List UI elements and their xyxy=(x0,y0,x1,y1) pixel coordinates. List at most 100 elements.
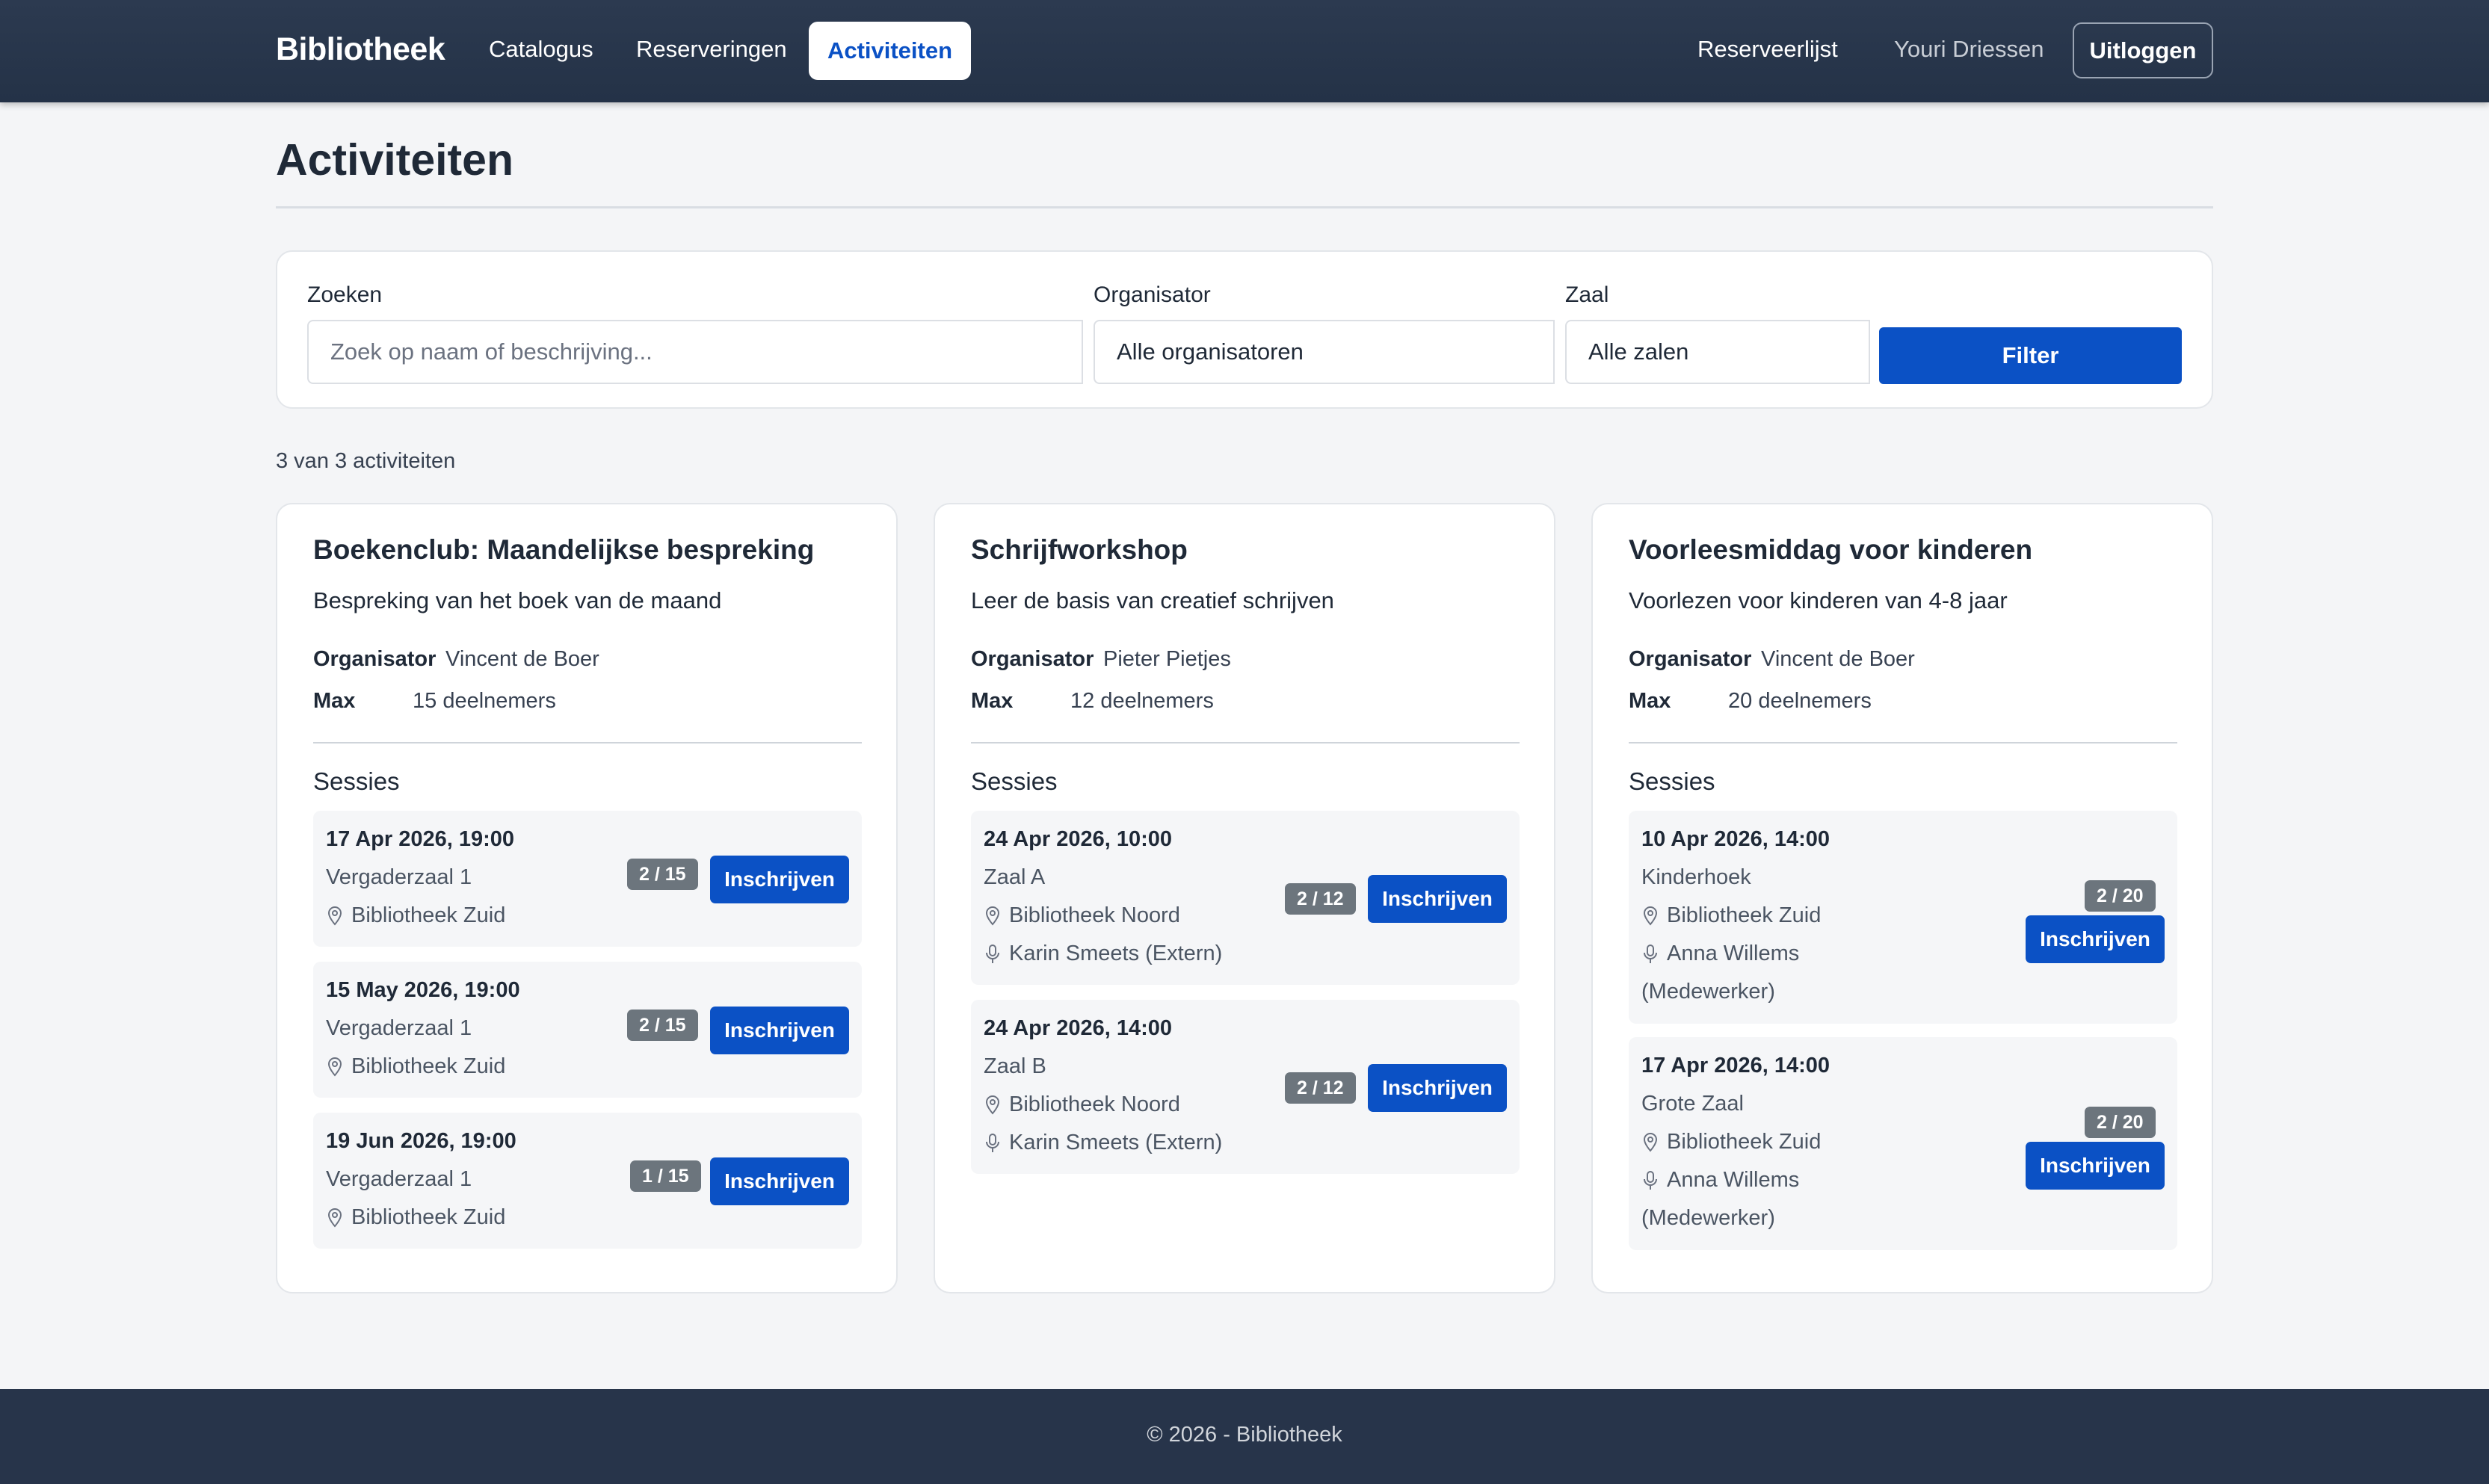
activity-description: Leer de basis van creatief schrijven xyxy=(971,587,1334,613)
session-location: Bibliotheek Noord xyxy=(984,1092,1180,1117)
session-item: 24 Apr 2026, 10:00 Zaal A Bibliotheek No… xyxy=(971,811,1520,985)
session-room: Grote Zaal xyxy=(1641,1092,1744,1116)
activity-card: Boekenclub: Maandelijkse bespreking Besp… xyxy=(276,503,898,1293)
organizer-value: Pieter Pietjes xyxy=(1103,647,1231,671)
session-item: 17 Apr 2026, 14:00 Grote Zaal Bibliothee… xyxy=(1629,1037,2177,1250)
search-label: Zoeken xyxy=(307,282,383,307)
title-divider xyxy=(276,206,2213,208)
activity-card: Schrijfworkshop Leer de basis van creati… xyxy=(934,503,1555,1293)
capacity-badge: 2 / 12 xyxy=(1285,1072,1356,1104)
session-speaker-text: Anna Willems xyxy=(1667,942,1800,965)
capacity-badge: 1 / 15 xyxy=(630,1160,701,1192)
session-item: 19 Jun 2026, 19:00 Vergaderzaal 1 Biblio… xyxy=(313,1113,862,1249)
sessions-heading: Sessies xyxy=(313,767,400,795)
signup-button[interactable]: Inschrijven xyxy=(1368,875,1507,923)
session-room: Vergaderzaal 1 xyxy=(326,1016,472,1040)
organizer-value: Vincent de Boer xyxy=(445,647,599,671)
map-pin-icon xyxy=(1643,906,1658,926)
page-title: Activiteiten xyxy=(276,135,514,185)
capacity-badge: 2 / 20 xyxy=(2085,880,2156,912)
session-date: 19 Jun 2026, 19:00 xyxy=(326,1129,516,1153)
session-speaker-text: Anna Willems xyxy=(1667,1168,1800,1192)
max-value: 12 deelnemers xyxy=(1070,689,1214,713)
map-pin-icon xyxy=(327,906,342,926)
capacity-badge: 2 / 12 xyxy=(1285,883,1356,915)
activity-description: Voorlezen voor kinderen van 4-8 jaar xyxy=(1629,587,2008,613)
session-room: Vergaderzaal 1 xyxy=(326,865,472,889)
session-item: 24 Apr 2026, 14:00 Zaal B Bibliotheek No… xyxy=(971,1000,1520,1174)
session-date: 10 Apr 2026, 14:00 xyxy=(1641,827,1830,851)
map-pin-icon xyxy=(1643,1132,1658,1152)
nav-link-reserveerlijst[interactable]: Reserveerlijst xyxy=(1697,36,1838,63)
session-room: Vergaderzaal 1 xyxy=(326,1167,472,1191)
card-divider xyxy=(313,742,862,743)
filter-button[interactable]: Filter xyxy=(1879,327,2182,384)
session-location-text: Bibliotheek Zuid xyxy=(1667,1130,1822,1154)
session-location: Bibliotheek Noord xyxy=(984,903,1180,928)
signup-button[interactable]: Inschrijven xyxy=(1368,1064,1507,1112)
session-speaker-role: (Medewerker) xyxy=(1641,980,1775,1004)
session-item: 10 Apr 2026, 14:00 Kinderhoek Bibliothee… xyxy=(1629,811,2177,1024)
search-input[interactable]: Zoek op naam of beschrijving... xyxy=(307,320,1083,384)
signup-button[interactable]: Inschrijven xyxy=(2026,915,2165,963)
session-speaker-text: Karin Smeets (Extern) xyxy=(1009,1131,1223,1154)
signup-button[interactable]: Inschrijven xyxy=(2026,1142,2165,1190)
session-room: Zaal B xyxy=(984,1054,1046,1078)
signup-button[interactable]: Inschrijven xyxy=(710,856,849,903)
max-label: Max xyxy=(1629,689,1671,713)
signup-button[interactable]: Inschrijven xyxy=(710,1157,849,1205)
logout-button[interactable]: Uitloggen xyxy=(2073,22,2213,78)
session-location-text: Bibliotheek Zuid xyxy=(1667,903,1822,927)
footer-copyright: © 2026 - Bibliotheek xyxy=(1147,1423,1342,1447)
nav-link-catalogus[interactable]: Catalogus xyxy=(489,36,593,63)
activity-title: Schrijfworkshop xyxy=(971,534,1188,565)
map-pin-icon xyxy=(327,1208,342,1228)
activity-title: Boekenclub: Maandelijkse bespreking xyxy=(313,534,815,565)
activity-card: Voorleesmiddag voor kinderen Voorlezen v… xyxy=(1591,503,2213,1293)
result-count: 3 van 3 activiteiten xyxy=(276,449,456,473)
organizer-select[interactable]: Alle organisatoren xyxy=(1094,320,1555,384)
session-speaker-role: (Medewerker) xyxy=(1641,1206,1775,1230)
microphone-icon xyxy=(986,1133,999,1152)
user-name-link[interactable]: Youri Driessen xyxy=(1894,36,2044,63)
session-location-text: Bibliotheek Zuid xyxy=(351,1054,506,1078)
session-location: Bibliotheek Zuid xyxy=(1641,1130,1821,1154)
session-date: 15 May 2026, 19:00 xyxy=(326,978,520,1002)
session-speaker-text: Karin Smeets (Extern) xyxy=(1009,942,1223,965)
signup-button[interactable]: Inschrijven xyxy=(710,1007,849,1054)
room-filter-label: Zaal xyxy=(1565,282,1609,307)
session-speaker: Anna Willems xyxy=(1641,942,1799,966)
organizer-label: Organisator xyxy=(1629,647,1752,671)
organizer-label: Organisator xyxy=(313,647,437,671)
microphone-icon xyxy=(1644,1170,1657,1190)
session-speaker: Anna Willems xyxy=(1641,1168,1799,1193)
session-location: Bibliotheek Zuid xyxy=(326,903,505,928)
session-date: 24 Apr 2026, 10:00 xyxy=(984,827,1173,851)
capacity-badge: 2 / 15 xyxy=(627,1010,698,1041)
session-item: 15 May 2026, 19:00 Vergaderzaal 1 Biblio… xyxy=(313,962,862,1098)
map-pin-icon xyxy=(327,1057,342,1077)
session-room: Kinderhoek xyxy=(1641,865,1751,889)
room-select[interactable]: Alle zalen xyxy=(1565,320,1870,384)
activity-title: Voorleesmiddag voor kinderen xyxy=(1629,534,2033,565)
max-value: 20 deelnemers xyxy=(1728,689,1872,713)
session-room: Zaal A xyxy=(984,865,1046,889)
session-location: Bibliotheek Zuid xyxy=(1641,903,1821,928)
session-date: 24 Apr 2026, 14:00 xyxy=(984,1016,1173,1040)
activity-description: Bespreking van het boek van de maand xyxy=(313,587,722,613)
nav-link-activiteiten[interactable]: Activiteiten xyxy=(809,22,971,80)
session-location-text: Bibliotheek Noord xyxy=(1009,1092,1180,1116)
map-pin-icon xyxy=(985,1095,1000,1115)
microphone-icon xyxy=(1644,944,1657,963)
session-location-text: Bibliotheek Zuid xyxy=(351,903,506,927)
brand-logo[interactable]: Bibliotheek xyxy=(276,31,445,68)
session-location-text: Bibliotheek Zuid xyxy=(351,1205,506,1229)
max-value: 15 deelnemers xyxy=(413,689,556,713)
nav-link-reserveringen[interactable]: Reserveringen xyxy=(636,36,787,63)
card-divider xyxy=(1629,742,2177,743)
session-speaker: Karin Smeets (Extern) xyxy=(984,942,1222,966)
card-divider xyxy=(971,742,1520,743)
sessions-heading: Sessies xyxy=(971,767,1058,795)
map-pin-icon xyxy=(985,906,1000,926)
organizer-filter-label: Organisator xyxy=(1094,282,1211,307)
